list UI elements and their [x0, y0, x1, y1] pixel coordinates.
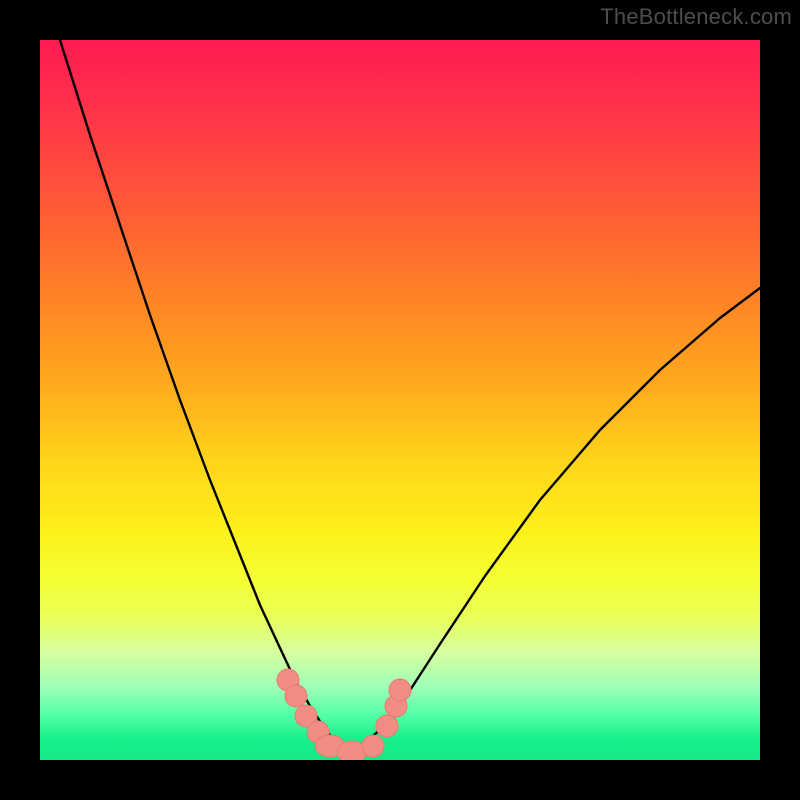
watermark: TheBottleneck.com: [600, 4, 792, 30]
chart-svg: [40, 40, 760, 760]
plot-area: [40, 40, 760, 760]
trough-markers: [277, 669, 411, 760]
trough-marker: [285, 685, 307, 707]
curve-left: [60, 40, 345, 752]
trough-marker: [362, 735, 384, 757]
trough-marker: [376, 715, 398, 737]
trough-marker: [389, 679, 411, 701]
